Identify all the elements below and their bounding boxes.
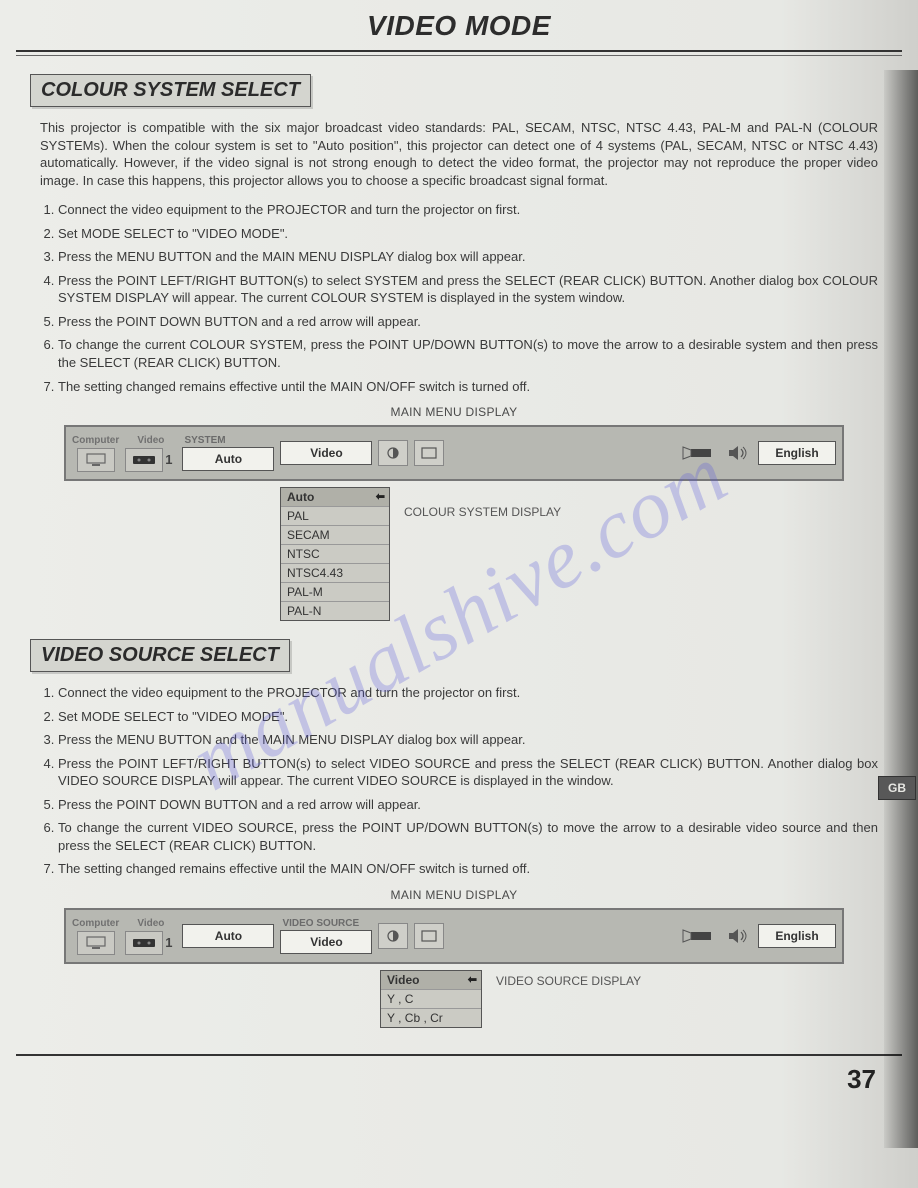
osd-language-field: English xyxy=(758,441,836,465)
osd-system-column: SYSTEM Auto xyxy=(182,435,274,471)
osd-computer-slot: Computer xyxy=(72,918,119,955)
step: Press the POINT LEFT/RIGHT BUTTON(s) to … xyxy=(58,272,878,307)
video-source-dropdown-row: Video⬅ Y , C Y , Cb , Cr VIDEO SOURCE DI… xyxy=(380,970,878,1028)
osd-bar: Computer Video 1 Auto VIDE xyxy=(64,908,844,964)
dropdown-item: NTSC xyxy=(281,545,389,564)
dropdown-item: Y , C xyxy=(381,990,481,1009)
screen-icon xyxy=(414,440,444,466)
osd-video-label: Video xyxy=(137,918,164,929)
video-deck-icon xyxy=(125,448,163,472)
step: Press the POINT DOWN BUTTON and a red ar… xyxy=(58,796,878,814)
section2-steps: Connect the video equipment to the PROJE… xyxy=(40,684,878,878)
speaker-icon xyxy=(724,924,752,948)
osd-computer-label: Computer xyxy=(72,918,119,929)
osd-system-label: SYSTEM xyxy=(184,435,225,446)
title-bar: VIDEO MODE xyxy=(0,0,918,44)
dropdown-item: PAL xyxy=(281,507,389,526)
osd-menu-2: Computer Video 1 Auto VIDE xyxy=(64,908,844,964)
step: The setting changed remains effective un… xyxy=(58,860,878,878)
osd-video-slot: Video 1 xyxy=(125,918,176,955)
osd-video-source-label: VIDEO SOURCE xyxy=(282,918,359,929)
dropdown-item: SECAM xyxy=(281,526,389,545)
osd-bar: Computer Video 1 SYSTEM xyxy=(64,425,844,481)
osd-input-number: 1 xyxy=(165,452,172,467)
projector-icon xyxy=(678,924,718,948)
osd-video-field: Video xyxy=(280,930,372,954)
section1-steps: Connect the video equipment to the PROJE… xyxy=(40,201,878,395)
osd-video-slot: Video 1 xyxy=(125,435,176,472)
dropdown-item: Video⬅ xyxy=(381,971,481,990)
osd-computer-slot: Computer xyxy=(72,435,119,472)
osd-video-field: Video xyxy=(280,441,372,465)
step: Connect the video equipment to the PROJE… xyxy=(58,201,878,219)
osd-system-field: Auto xyxy=(182,447,274,471)
language-tab: GB xyxy=(878,776,916,800)
dropdown-item: NTSC4.43 xyxy=(281,564,389,583)
colour-system-caption: COLOUR SYSTEM DISPLAY xyxy=(404,505,561,521)
screen-icon xyxy=(414,923,444,949)
contrast-icon xyxy=(378,440,408,466)
step: The setting changed remains effective un… xyxy=(58,378,878,396)
step: Set MODE SELECT to "VIDEO MODE". xyxy=(58,225,878,243)
computer-icon xyxy=(77,931,115,955)
step: Press the POINT DOWN BUTTON and a red ar… xyxy=(58,313,878,331)
dropdown-item: PAL-N xyxy=(281,602,389,620)
osd-menu-1: Computer Video 1 SYSTEM xyxy=(64,425,844,481)
step: Set MODE SELECT to "VIDEO MODE". xyxy=(58,708,878,726)
step: Press the POINT LEFT/RIGHT BUTTON(s) to … xyxy=(58,755,878,790)
video-deck-icon xyxy=(125,931,163,955)
page-title: VIDEO MODE xyxy=(0,10,918,42)
osd-system-field: Auto xyxy=(182,924,274,948)
section1-intro: This projector is compatible with the si… xyxy=(40,119,878,189)
arrow-left-icon: ⬅ xyxy=(376,490,385,503)
osd-caption-2: MAIN MENU DISPLAY xyxy=(30,888,878,902)
manual-page: manualshive.com GB VIDEO MODE COLOUR SYS… xyxy=(0,0,918,1188)
computer-icon xyxy=(77,448,115,472)
step: Connect the video equipment to the PROJE… xyxy=(58,684,878,702)
section-heading-colour-system: COLOUR SYSTEM SELECT xyxy=(30,74,311,107)
dropdown-item: Auto⬅ xyxy=(281,488,389,507)
step: Press the MENU BUTTON and the MAIN MENU … xyxy=(58,731,878,749)
step: To change the current COLOUR SYSTEM, pre… xyxy=(58,336,878,371)
osd-input-number: 1 xyxy=(165,935,172,950)
step: Press the MENU BUTTON and the MAIN MENU … xyxy=(58,248,878,266)
dropdown-item: Y , Cb , Cr xyxy=(381,1009,481,1027)
contrast-icon xyxy=(378,923,408,949)
step: To change the current VIDEO SOURCE, pres… xyxy=(58,819,878,854)
arrow-left-icon: ⬅ xyxy=(468,973,477,986)
projector-icon xyxy=(678,441,718,465)
osd-video-source-column: VIDEO SOURCE Video xyxy=(280,918,372,954)
page-edge-shadow xyxy=(884,70,918,1148)
osd-language-field: English xyxy=(758,924,836,948)
colour-system-dropdown-row: Auto⬅ PAL SECAM NTSC NTSC4.43 PAL-M PAL-… xyxy=(280,487,878,621)
osd-video-label: Video xyxy=(137,435,164,446)
content-area: COLOUR SYSTEM SELECT This projector is c… xyxy=(0,56,918,1028)
osd-computer-label: Computer xyxy=(72,435,119,446)
section-heading-video-source: VIDEO SOURCE SELECT xyxy=(30,639,290,672)
speaker-icon xyxy=(724,441,752,465)
video-source-dropdown: Video⬅ Y , C Y , Cb , Cr xyxy=(380,970,482,1028)
osd-caption-1: MAIN MENU DISPLAY xyxy=(30,405,878,419)
page-number: 37 xyxy=(0,1056,918,1095)
colour-system-dropdown: Auto⬅ PAL SECAM NTSC NTSC4.43 PAL-M PAL-… xyxy=(280,487,390,621)
video-source-caption: VIDEO SOURCE DISPLAY xyxy=(496,974,641,990)
dropdown-item: PAL-M xyxy=(281,583,389,602)
